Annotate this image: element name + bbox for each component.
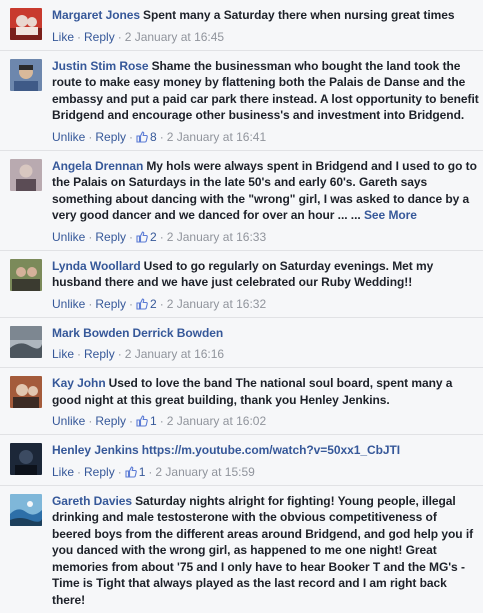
like-count[interactable]: 2 [136,229,157,245]
avatar[interactable] [10,59,42,91]
unlike-button[interactable]: Unlike [52,229,85,245]
comment-actions: Unlike · Reply · 2 · 2 January at 16:32 [52,296,479,312]
avatar[interactable] [10,494,42,526]
comment-text: Angela DrennanMy hols were always spent … [52,158,479,224]
comment-author[interactable]: Kay John [52,376,106,390]
comment-actions: Unlike · Reply · 8 · 2 January at 16:41 [52,129,479,145]
youtube-link[interactable]: https://m.youtube.com/watch?v=50xx1_CbJT… [142,443,400,457]
reply-button[interactable]: Reply [84,29,115,45]
comment-thread: Margaret JonesSpent many a Saturday ther… [0,0,483,613]
comment: Lynda WoollardUsed to go regularly on Sa… [0,250,483,317]
comment-author[interactable]: Henley Jenkins [52,443,139,457]
comment-actions: Unlike · Reply · 1 · 2 January at 16:02 [52,413,479,429]
thumbs-up-icon [136,298,148,310]
comment-text: Margaret JonesSpent many a Saturday ther… [52,7,479,24]
reply-button[interactable]: Reply [95,413,126,429]
comment: Kay JohnUsed to love the band The nation… [0,367,483,434]
avatar[interactable] [10,259,42,291]
reply-button[interactable]: Reply [95,296,126,312]
like-button[interactable]: Like [52,464,74,480]
comment-text: Gareth DaviesSaturday nights alright for… [52,493,479,609]
comment-timestamp[interactable]: 2 January at 16:02 [167,413,266,429]
comment-author[interactable]: Angela Drennan [52,159,143,173]
thumbs-up-icon [136,131,148,143]
like-button[interactable]: Like [52,29,74,45]
comment-author[interactable]: Margaret Jones [52,8,140,22]
comment-actions: Like · Reply · 2 January at 16:45 [52,29,479,45]
avatar[interactable] [10,8,42,40]
avatar[interactable] [10,443,42,475]
comment-author[interactable]: Mark Bowden [52,326,129,340]
comment: Gareth DaviesSaturday nights alright for… [0,485,483,613]
avatar[interactable] [10,159,42,191]
comment: Justin Stim RoseShame the businessman wh… [0,50,483,150]
avatar[interactable] [10,376,42,408]
comment: Angela DrennanMy hols were always spent … [0,150,483,250]
comment-actions: Like · Reply · 2 January at 16:16 [52,346,479,362]
comment-actions: Like · Reply · 1 · 2 January at 15:59 [52,464,479,480]
like-count[interactable]: 2 [136,296,157,312]
comment-timestamp[interactable]: 2 January at 16:33 [167,229,266,245]
thumbs-up-icon [136,415,148,427]
reply-button[interactable]: Reply [95,129,126,145]
comment-author[interactable]: Justin Stim Rose [52,59,149,73]
thumbs-up-icon [136,231,148,243]
see-more-link[interactable]: See More [364,208,417,222]
comment-text: Mark BowdenDerrick Bowden [52,325,479,342]
unlike-button[interactable]: Unlike [52,129,85,145]
like-count[interactable]: 8 [136,129,157,145]
reply-button[interactable]: Reply [84,464,115,480]
comment: Margaret JonesSpent many a Saturday ther… [0,0,483,50]
comment-author[interactable]: Gareth Davies [52,494,132,508]
reply-button[interactable]: Reply [84,346,115,362]
comment-author[interactable]: Lynda Woollard [52,259,141,273]
avatar[interactable] [10,326,42,358]
comment-text: Justin Stim RoseShame the businessman wh… [52,58,479,124]
comment-timestamp[interactable]: 2 January at 16:41 [167,129,266,145]
unlike-button[interactable]: Unlike [52,296,85,312]
like-count[interactable]: 1 [136,413,157,429]
comment: Mark BowdenDerrick Bowden Like · Reply ·… [0,317,483,368]
comment-actions: Unlike · Reply · 2 · 2 January at 16:33 [52,229,479,245]
reply-button[interactable]: Reply [95,229,126,245]
comment-text: Kay JohnUsed to love the band The nation… [52,375,479,408]
comment-timestamp[interactable]: 2 January at 15:59 [155,464,254,480]
comment: Henley Jenkinshttps://m.youtube.com/watc… [0,434,483,485]
comment-text: Henley Jenkinshttps://m.youtube.com/watc… [52,442,479,459]
comment-timestamp[interactable]: 2 January at 16:45 [125,29,224,45]
thumbs-up-icon [125,466,137,478]
unlike-button[interactable]: Unlike [52,413,85,429]
like-count[interactable]: 1 [125,464,146,480]
comment-text: Lynda WoollardUsed to go regularly on Sa… [52,258,479,291]
mention-link[interactable]: Derrick Bowden [132,326,223,340]
comment-timestamp[interactable]: 2 January at 16:32 [167,296,266,312]
like-button[interactable]: Like [52,346,74,362]
comment-timestamp[interactable]: 2 January at 16:16 [125,346,224,362]
